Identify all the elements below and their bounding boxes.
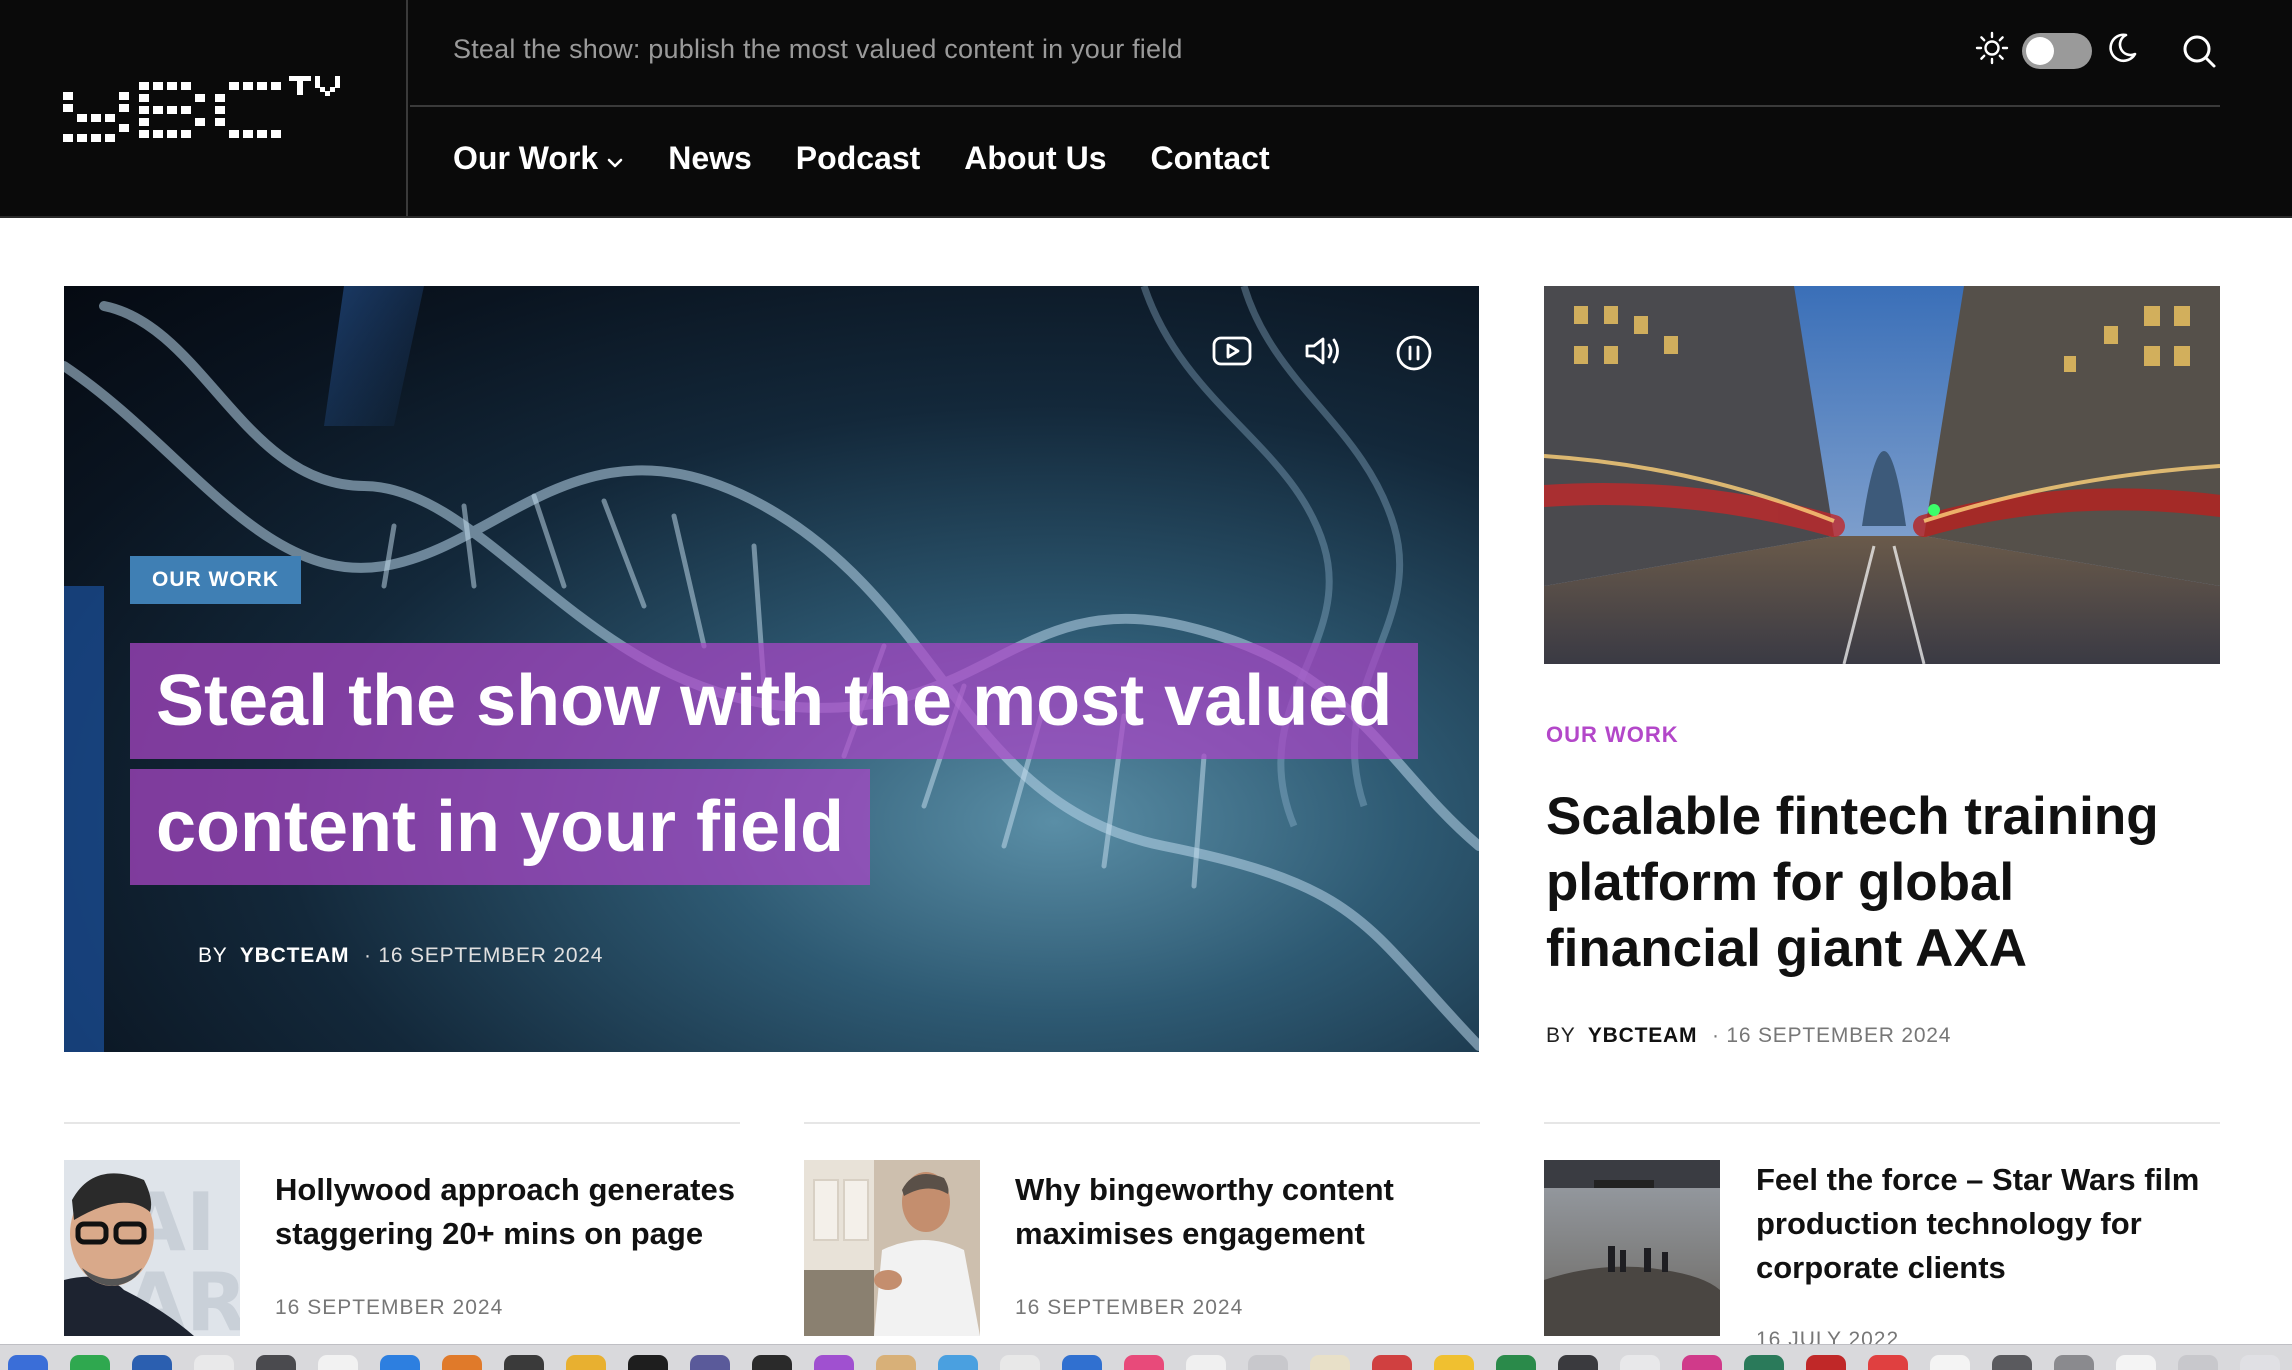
app-icon[interactable]	[1744, 1355, 1784, 1370]
author-link[interactable]: YBCTEAM	[1588, 1024, 1697, 1047]
os-dock	[0, 1344, 2292, 1370]
card-divider	[1544, 1122, 2220, 1124]
pause-icon[interactable]	[1395, 334, 1433, 377]
app-icon[interactable]	[1992, 1355, 2032, 1370]
app-icon[interactable]	[1248, 1355, 1288, 1370]
feature-title[interactable]: Scalable fintech training platform for g…	[1546, 784, 2206, 982]
app-icon[interactable]	[690, 1355, 730, 1370]
film-set-image	[1544, 1160, 1720, 1336]
header-divider	[410, 105, 2220, 107]
logo[interactable]	[0, 0, 408, 216]
card-divider	[804, 1122, 1480, 1124]
app-icon[interactable]	[876, 1355, 916, 1370]
nav-item-label: Podcast	[795, 140, 921, 176]
app-icon[interactable]	[1310, 1355, 1350, 1370]
volume-icon[interactable]	[1303, 334, 1345, 377]
nav-item-label: Our Work	[453, 140, 599, 176]
app-icon[interactable]	[1062, 1355, 1102, 1370]
finder-icon[interactable]	[8, 1355, 48, 1370]
app-icon[interactable]	[442, 1355, 482, 1370]
moon-icon[interactable]	[2104, 30, 2140, 71]
app-icon[interactable]	[1496, 1355, 1536, 1370]
app-icon[interactable]	[1868, 1355, 1908, 1370]
by-label: BY	[1546, 1024, 1576, 1047]
nav-item-podcast[interactable]: Podcast	[796, 140, 920, 177]
ybctv-logo-icon	[63, 76, 340, 142]
london-street-image	[1544, 286, 2220, 664]
by-label: BY	[198, 944, 228, 967]
search-icon	[2180, 35, 2218, 74]
nav-item-label: About Us	[964, 140, 1107, 176]
app-icon[interactable]	[132, 1355, 172, 1370]
app-icon[interactable]	[1682, 1355, 1722, 1370]
video-controls	[1211, 334, 1433, 377]
app-icon[interactable]	[752, 1355, 792, 1370]
app-icon[interactable]	[2116, 1355, 2156, 1370]
post-date: · 16 SEPTEMBER 2024	[1711, 1024, 1952, 1047]
app-icon[interactable]	[1806, 1355, 1846, 1370]
feature-image[interactable]	[1544, 286, 2220, 664]
site-header: Steal the show: publish the most valued …	[0, 0, 2292, 218]
portrait-image: AI AR	[64, 1160, 240, 1336]
app-icon[interactable]	[318, 1355, 358, 1370]
app-icon[interactable]	[628, 1355, 668, 1370]
post-date: · 16 SEPTEMBER 2024	[363, 944, 604, 967]
date-text: 16 SEPTEMBER 2024	[1726, 1024, 1952, 1047]
app-icon[interactable]	[70, 1355, 110, 1370]
feature-meta: BY YBCTEAM · 16 SEPTEMBER 2024	[1546, 1024, 1951, 1048]
app-icon[interactable]	[566, 1355, 606, 1370]
category-badge[interactable]: OUR WORK	[130, 556, 301, 604]
card-date: 16 SEPTEMBER 2024	[275, 1296, 504, 1319]
app-icon[interactable]	[1620, 1355, 1660, 1370]
app-icon[interactable]	[194, 1355, 234, 1370]
app-icon[interactable]	[1434, 1355, 1474, 1370]
card-divider	[64, 1122, 740, 1124]
app-icon[interactable]	[1558, 1355, 1598, 1370]
app-icon[interactable]	[2178, 1355, 2218, 1370]
app-icon[interactable]	[2054, 1355, 2094, 1370]
hero-title-line-1[interactable]: Steal the show with the most valued	[130, 643, 1419, 759]
card-title[interactable]: Why bingeworthy content maximises engage…	[1015, 1168, 1475, 1256]
app-icon[interactable]	[1186, 1355, 1226, 1370]
card-thumbnail[interactable]: AI AR	[64, 1160, 240, 1336]
hero-video[interactable]: OUR WORK Steal the show with the most va…	[64, 286, 1479, 1052]
author-link[interactable]: YBCTEAM	[240, 944, 349, 967]
app-icon[interactable]	[380, 1355, 420, 1370]
card-thumbnail[interactable]	[1544, 1160, 1720, 1336]
nav-item-contact[interactable]: Contact	[1150, 140, 1269, 177]
youtube-icon[interactable]	[1211, 334, 1253, 377]
feature-category[interactable]: OUR WORK	[1546, 722, 1679, 748]
main-nav: Our Work News Podcast About Us Contact	[453, 140, 1314, 177]
site-tagline: Steal the show: publish the most valued …	[453, 34, 1183, 64]
card-date: 16 SEPTEMBER 2024	[1015, 1296, 1244, 1319]
toggle-knob	[2026, 36, 2054, 65]
app-icon[interactable]	[1372, 1355, 1412, 1370]
card-thumbnail[interactable]	[804, 1160, 980, 1336]
app-icon[interactable]	[814, 1355, 854, 1370]
sun-icon[interactable]	[1974, 30, 2010, 71]
nav-item-label: Contact	[1150, 140, 1270, 176]
date-text: 16 SEPTEMBER 2024	[378, 944, 604, 967]
nav-item-label: News	[668, 140, 752, 176]
card-title[interactable]: Feel the force – Star Wars film producti…	[1756, 1158, 2216, 1290]
search-button[interactable]	[2180, 32, 2218, 75]
nav-item-our-work[interactable]: Our Work	[453, 140, 624, 177]
chevron-down-icon	[606, 140, 624, 177]
nav-item-news[interactable]: News	[668, 140, 752, 177]
hero-meta: BY YBCTEAM · 16 SEPTEMBER 2024	[198, 944, 603, 968]
app-icon[interactable]	[256, 1355, 296, 1370]
app-icon[interactable]	[2240, 1355, 2280, 1370]
nav-item-about-us[interactable]: About Us	[964, 140, 1106, 177]
interview-image	[804, 1160, 980, 1336]
theme-toggle[interactable]	[1974, 30, 2140, 71]
toggle-switch[interactable]	[2022, 32, 2092, 69]
hero-title-line-2[interactable]: content in your field	[130, 769, 871, 885]
card-title[interactable]: Hollywood approach generates staggering …	[275, 1168, 735, 1256]
app-icon[interactable]	[1930, 1355, 1970, 1370]
app-icon[interactable]	[1000, 1355, 1040, 1370]
app-icon[interactable]	[1124, 1355, 1164, 1370]
app-icon[interactable]	[938, 1355, 978, 1370]
app-icon[interactable]	[504, 1355, 544, 1370]
